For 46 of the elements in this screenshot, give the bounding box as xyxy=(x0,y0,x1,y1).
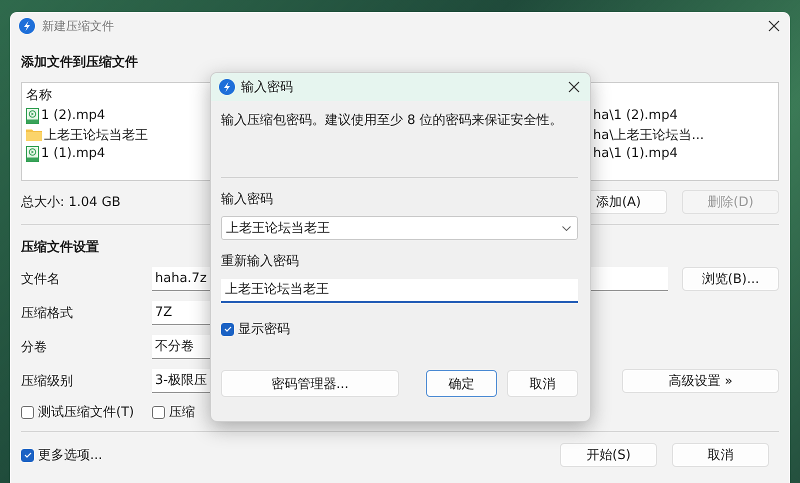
field-label: 文件名 xyxy=(21,271,61,288)
file-name[interactable]: 1 (2).mp4 xyxy=(41,108,106,123)
column-header: 名称 xyxy=(26,88,52,103)
close-icon[interactable] xyxy=(568,81,580,93)
checkbox-label: 压缩 xyxy=(169,404,196,421)
folder-icon xyxy=(26,128,42,141)
section-heading: 添加文件到压缩文件 xyxy=(21,54,139,71)
checkbox[interactable] xyxy=(21,448,34,462)
file-path: ha\1 (2).mp4 xyxy=(593,108,678,123)
browse-button[interactable]: 浏览(B)... xyxy=(682,267,779,291)
file-path: ha\上老王论坛当... xyxy=(593,126,704,144)
start-button[interactable]: 开始(S) xyxy=(560,443,657,467)
video-file-icon xyxy=(26,146,39,162)
checkbox[interactable] xyxy=(221,322,234,336)
field-label: 输入密码 xyxy=(221,191,274,208)
section-heading: 压缩文件设置 xyxy=(21,238,100,256)
app-icon xyxy=(219,79,235,95)
total-size: 总大小: 1.04 GB xyxy=(21,194,121,211)
checkmark-icon xyxy=(22,450,32,460)
file-path: ha\1 (1).mp4 xyxy=(593,146,678,161)
checkbox-label: 显示密码 xyxy=(238,321,290,338)
checkbox-label: 测试压缩文件(T) xyxy=(38,404,134,421)
field-label: 重新输入密码 xyxy=(221,253,300,270)
checkbox[interactable] xyxy=(21,406,34,418)
field-label: 压缩级别 xyxy=(21,373,74,390)
file-name[interactable]: 1 (1).mp4 xyxy=(41,146,106,161)
password-combo-field[interactable]: 上老王论坛当老王 xyxy=(221,216,578,240)
cancel-button[interactable]: 取消 xyxy=(507,370,578,397)
dialog-title: 输入密码 xyxy=(241,79,293,96)
dialog-message: 输入压缩包密码。建议使用至少 8 位的密码来保证安全性。 xyxy=(221,112,564,130)
window-title: 新建压缩文件 xyxy=(42,18,114,34)
advanced-settings-button[interactable]: 高级设置 » xyxy=(622,369,779,393)
file-name[interactable]: 上老王论坛当老王 xyxy=(44,126,148,144)
cancel-button[interactable]: 取消 xyxy=(672,443,769,467)
field-label: 压缩格式 xyxy=(21,305,74,322)
ok-button[interactable]: 确定 xyxy=(426,370,497,397)
checkbox[interactable] xyxy=(152,406,166,418)
checkmark-icon xyxy=(222,324,232,334)
close-icon[interactable] xyxy=(768,20,780,32)
chevron-down-icon xyxy=(562,226,571,230)
checkbox-label: 更多选项... xyxy=(38,447,102,464)
app-icon xyxy=(19,18,35,34)
field-label: 分卷 xyxy=(21,339,48,356)
password-manager-button[interactable]: 密码管理器... xyxy=(221,370,399,397)
confirm-password-field[interactable]: 上老王论坛当老王 xyxy=(221,279,578,303)
video-file-icon xyxy=(26,108,39,124)
